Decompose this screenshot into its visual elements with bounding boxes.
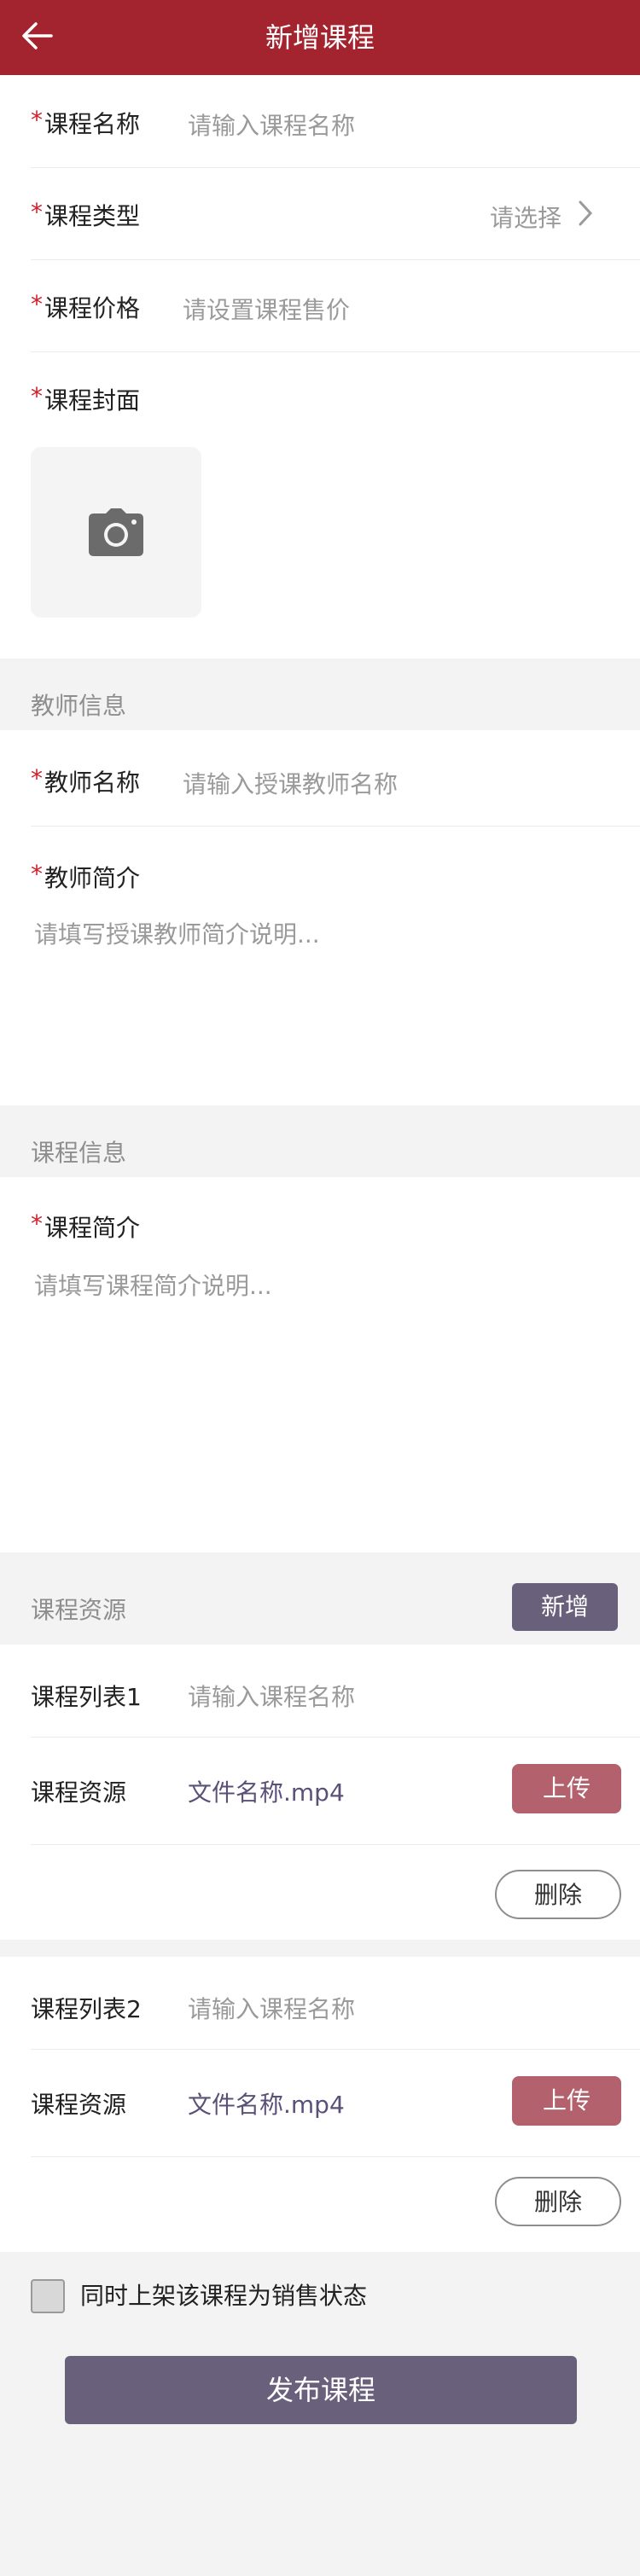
course-info-section-title: 课程信息 (31, 1139, 127, 1167)
divider (31, 1844, 640, 1845)
resource-item-2: 课程列表2 请输入课程名称 课程资源 文件名称.mp4 上传 删除 (0, 1957, 640, 2252)
publish-course-button[interactable]: 发布课程 (65, 2356, 577, 2424)
resource-file-label: 课程资源 (31, 2091, 127, 2119)
divider (31, 2156, 640, 2157)
required-mark: * (31, 860, 43, 888)
resource-item-1: 课程列表1 请输入课程名称 课程资源 文件名称.mp4 上传 删除 (0, 1645, 640, 1940)
course-info-panel: * 课程简介 请填写课程简介说明... (0, 1177, 640, 1552)
list-for-sale-label: 同时上架该课程为销售状态 (80, 2282, 368, 2310)
course-name-label: 课程名称 (44, 110, 141, 138)
teacher-intro-row: * 教师简介 请填写授课教师简介说明... (0, 826, 640, 1105)
delete-button[interactable]: 删除 (495, 1870, 621, 1919)
course-intro-label: 课程简介 (44, 1214, 141, 1242)
delete-button[interactable]: 删除 (495, 2177, 621, 2226)
upload-button[interactable]: 上传 (512, 2076, 621, 2126)
required-mark: * (31, 764, 43, 792)
course-price-input[interactable]: 请设置课程售价 (183, 292, 350, 326)
teacher-intro-textarea[interactable]: 请填写授课教师简介说明... (34, 916, 320, 950)
course-cover-label: 课程封面 (44, 386, 141, 415)
teacher-panel: * 教师名称 请输入授课教师名称 * 教师简介 请填写授课教师简介说明... (0, 730, 640, 1105)
resource-list-row: 课程列表2 请输入课程名称 (0, 1957, 640, 2049)
required-mark: * (31, 106, 43, 134)
teacher-section-title: 教师信息 (31, 692, 127, 720)
resource-file-label: 课程资源 (31, 1778, 127, 1807)
resource-list-input[interactable]: 请输入课程名称 (188, 1991, 355, 2025)
course-type-select[interactable]: 请选择 (490, 200, 561, 234)
course-name-row: * 课程名称 请输入课程名称 (0, 75, 640, 167)
course-cover-row: * 课程封面 (0, 351, 640, 420)
course-type-label: 课程类型 (44, 202, 141, 230)
resource-file-row: 课程资源 文件名称.mp4 上传 (0, 1737, 640, 1844)
course-price-label: 课程价格 (44, 294, 141, 322)
teacher-name-label: 教师名称 (44, 769, 141, 797)
required-mark: * (31, 198, 43, 226)
teacher-name-row: * 教师名称 请输入授课教师名称 (0, 730, 640, 826)
resource-list-input[interactable]: 请输入课程名称 (188, 1679, 355, 1713)
required-mark: * (31, 382, 43, 410)
resource-list-label: 课程列表2 (31, 1995, 142, 2023)
chevron-right-icon (577, 200, 594, 230)
resource-file-name: 文件名称.mp4 (188, 1778, 345, 1807)
course-intro-textarea[interactable]: 请填写课程简介说明... (34, 1268, 272, 1302)
cover-upload-box[interactable] (31, 447, 201, 618)
course-name-input[interactable]: 请输入课程名称 (188, 107, 355, 142)
app-header: 新增课程 (0, 0, 640, 75)
add-resource-button[interactable]: 新增 (512, 1583, 618, 1631)
list-for-sale-checkbox[interactable] (31, 2279, 65, 2313)
resource-list-row: 课程列表1 请输入课程名称 (0, 1645, 640, 1737)
course-price-row: * 课程价格 请设置课程售价 (0, 259, 640, 351)
resource-file-row: 课程资源 文件名称.mp4 上传 (0, 2049, 640, 2156)
teacher-intro-label: 教师简介 (44, 864, 141, 892)
resources-section-title: 课程资源 (31, 1596, 127, 1624)
required-mark: * (31, 1210, 43, 1238)
page-title: 新增课程 (265, 21, 375, 54)
upload-button[interactable]: 上传 (512, 1764, 621, 1813)
course-intro-row: * 课程简介 请填写课程简介说明... (0, 1177, 640, 1552)
teacher-name-input[interactable]: 请输入授课教师名称 (183, 766, 398, 800)
camera-icon (89, 508, 143, 560)
required-mark: * (31, 290, 43, 318)
course-type-row[interactable]: * 课程类型 请选择 (0, 167, 640, 259)
resource-file-name: 文件名称.mp4 (188, 2091, 345, 2119)
resource-list-label: 课程列表1 (31, 1683, 142, 1711)
